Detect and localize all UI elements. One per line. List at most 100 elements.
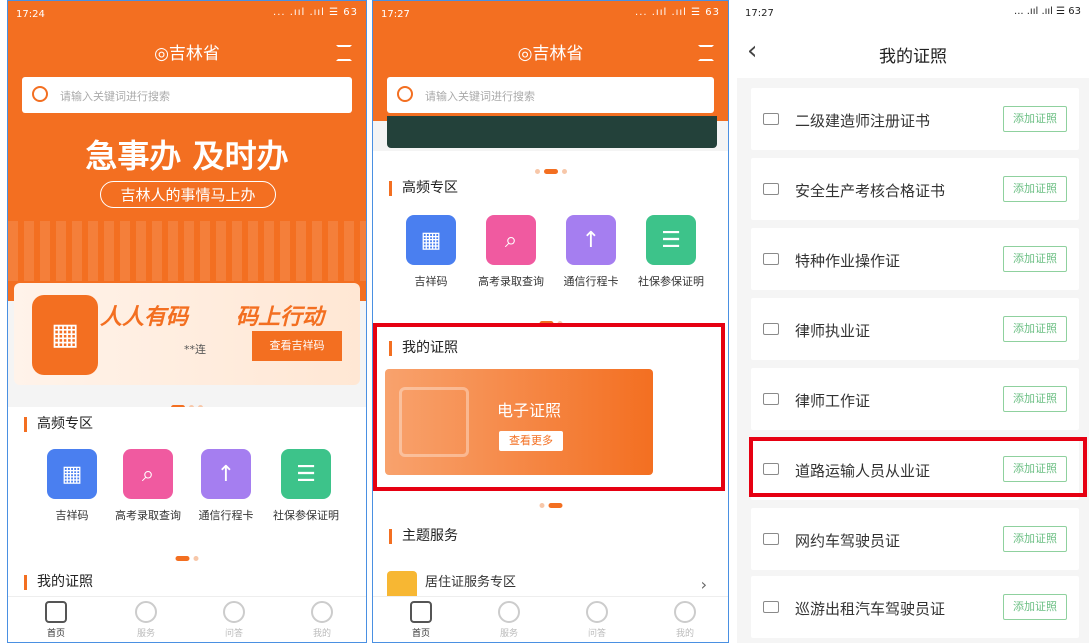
add-cert-button[interactable]: 添加证照 xyxy=(1003,106,1067,132)
app-gaokao[interactable]: ⌕ 高考录取查询 xyxy=(475,215,547,289)
cert-row: 律师执业证 添加证照 xyxy=(751,298,1079,360)
cert-row: 律师工作证 添加证照 xyxy=(751,368,1079,430)
location-selector[interactable]: ◎吉林省 xyxy=(373,39,728,64)
cert-row: 安全生产考核合格证书 添加证照 xyxy=(751,158,1079,220)
globe-icon xyxy=(135,601,157,623)
doc-star-icon: ☰ xyxy=(281,449,331,499)
tab-qa[interactable]: 问答 xyxy=(567,601,627,639)
nav-bar: 17:27 ... .ııl .ııl ☰ 63 ‹ 我的证照 xyxy=(737,0,1089,78)
home-screen-2: 17:27 ... .ııl .ııl ☰ 63 ◎吉林省 请输入关键词进行搜索… xyxy=(372,0,729,643)
tab-home[interactable]: 首页 xyxy=(26,601,86,639)
tab-label: 我的 xyxy=(312,629,331,639)
app-label: 社保参保证明 xyxy=(638,275,704,288)
add-cert-button[interactable]: 添加证照 xyxy=(1003,386,1067,412)
tab-bar: 首页 服务 问答 我的 xyxy=(373,596,728,642)
scan-icon[interactable] xyxy=(698,45,714,61)
city-skyline xyxy=(8,221,366,281)
home-icon xyxy=(410,601,432,623)
app-social-insurance[interactable]: ☰ 社保参保证明 xyxy=(635,215,707,289)
card-title-b: 码上行动 xyxy=(236,305,325,330)
heart-icon xyxy=(586,601,608,623)
tab-mine[interactable]: 我的 xyxy=(292,601,352,639)
tab-label: 服务 xyxy=(499,629,518,639)
add-cert-button[interactable]: 添加证照 xyxy=(1003,246,1067,272)
user-name: **连 xyxy=(184,343,206,356)
apps-indicator xyxy=(174,546,201,561)
cert-name: 二级建造师注册证书 xyxy=(795,112,931,130)
highlight-road-transport xyxy=(749,437,1087,497)
status-time: 17:24 xyxy=(16,9,45,20)
cert-name: 巡游出租汽车驾驶员证 xyxy=(795,600,946,618)
banner-image xyxy=(387,116,717,148)
person-icon xyxy=(311,601,333,623)
chevron-right-icon: › xyxy=(700,575,707,594)
app-trip-card[interactable]: ↑ 通信行程卡 xyxy=(190,449,262,523)
qr-icon: ▦ xyxy=(47,449,97,499)
app-label: 通信行程卡 xyxy=(198,509,254,522)
cert-row: 特种作业操作证 添加证照 xyxy=(751,228,1079,290)
section-high-freq-title: 高频专区 xyxy=(24,417,93,432)
tab-home[interactable]: 首页 xyxy=(391,601,451,639)
globe-icon xyxy=(498,601,520,623)
arrow-up-icon: ↑ xyxy=(201,449,251,499)
tab-label: 首页 xyxy=(46,629,65,639)
banner-indicator xyxy=(533,159,569,174)
app-jixiang[interactable]: ▦ 吉祥码 xyxy=(395,215,467,289)
section-theme-title: 主题服务 xyxy=(389,529,458,544)
cert-icon xyxy=(763,393,779,405)
search-doc-icon: ⌕ xyxy=(486,215,536,265)
app-trip-card[interactable]: ↑ 通信行程卡 xyxy=(555,215,627,289)
location-selector[interactable]: ◎吉林省 xyxy=(8,39,366,64)
doc-star-icon: ☰ xyxy=(646,215,696,265)
search-doc-icon: ⌕ xyxy=(123,449,173,499)
tab-qa[interactable]: 问答 xyxy=(204,601,264,639)
cert-icon xyxy=(763,323,779,335)
jixiang-card[interactable]: ▦ 人人有码 码上行动 **连 查看吉祥码 xyxy=(14,283,360,385)
app-jixiang[interactable]: ▦ 吉祥码 xyxy=(36,449,108,523)
theme-item-title: 居住证服务专区 xyxy=(425,575,517,590)
card-title-a: 人人有码 xyxy=(100,305,189,330)
tab-label: 我的 xyxy=(675,629,694,639)
cert-name: 安全生产考核合格证书 xyxy=(795,182,946,200)
tab-service[interactable]: 服务 xyxy=(479,601,539,639)
apps-indicator xyxy=(537,311,564,326)
tab-label: 问答 xyxy=(587,629,606,639)
my-cert-screen: 17:27 ... .ııl .ııl ☰ 63 ‹ 我的证照 二级建造师注册证… xyxy=(737,0,1089,643)
app-label: 高考录取查询 xyxy=(478,275,544,288)
search-input[interactable]: 请输入关键词进行搜索 xyxy=(22,77,352,113)
qr-badge: ▦ xyxy=(32,295,98,375)
cert-row: 网约车驾驶员证 添加证照 xyxy=(751,508,1079,570)
add-cert-button[interactable]: 添加证照 xyxy=(1003,594,1067,620)
add-cert-button[interactable]: 添加证照 xyxy=(1003,176,1067,202)
app-social-insurance[interactable]: ☰ 社保参保证明 xyxy=(270,449,342,523)
highlight-my-cert xyxy=(373,323,725,491)
scan-icon[interactable] xyxy=(336,45,352,61)
status-time: 17:27 xyxy=(381,9,410,20)
tab-label: 首页 xyxy=(411,629,430,639)
app-gaokao[interactable]: ⌕ 高考录取查询 xyxy=(112,449,184,523)
car-icon xyxy=(763,533,779,545)
banner-headline: 急事办 及时办 xyxy=(85,137,289,175)
page-title: 我的证照 xyxy=(879,47,947,67)
status-icons: ... .ııl .ııl ☰ 63 xyxy=(1014,6,1081,17)
add-cert-button[interactable]: 添加证照 xyxy=(1003,316,1067,342)
cert-name: 网约车驾驶员证 xyxy=(795,532,901,550)
search-icon xyxy=(397,86,413,102)
app-label: 通信行程卡 xyxy=(563,275,619,288)
app-label: 高考录取查询 xyxy=(115,509,181,522)
search-placeholder: 请输入关键词进行搜索 xyxy=(425,90,535,103)
status-bar: 17:27 ... .ııl .ııl ☰ 63 xyxy=(373,1,728,31)
view-jixiang-button[interactable]: 查看吉祥码 xyxy=(252,331,342,361)
status-icons: ... .ııl .ııl ☰ 63 xyxy=(635,7,720,18)
search-input[interactable]: 请输入关键词进行搜索 xyxy=(387,77,714,113)
tab-bar: 首页 服务 问答 我的 xyxy=(8,596,366,642)
tab-mine[interactable]: 我的 xyxy=(655,601,715,639)
add-cert-button[interactable]: 添加证照 xyxy=(1003,526,1067,552)
app-label: 吉祥码 xyxy=(414,275,448,288)
home-screen-1: 17:24 ... .ııl .ııl ☰ 63 ◎吉林省 请输入关键词进行搜索… xyxy=(7,0,367,643)
cert-icon xyxy=(763,253,779,265)
taxi-icon xyxy=(763,601,779,613)
search-placeholder: 请输入关键词进行搜索 xyxy=(60,90,170,103)
tab-service[interactable]: 服务 xyxy=(116,601,176,639)
status-bar: 17:24 ... .ııl .ııl ☰ 63 xyxy=(8,1,366,31)
